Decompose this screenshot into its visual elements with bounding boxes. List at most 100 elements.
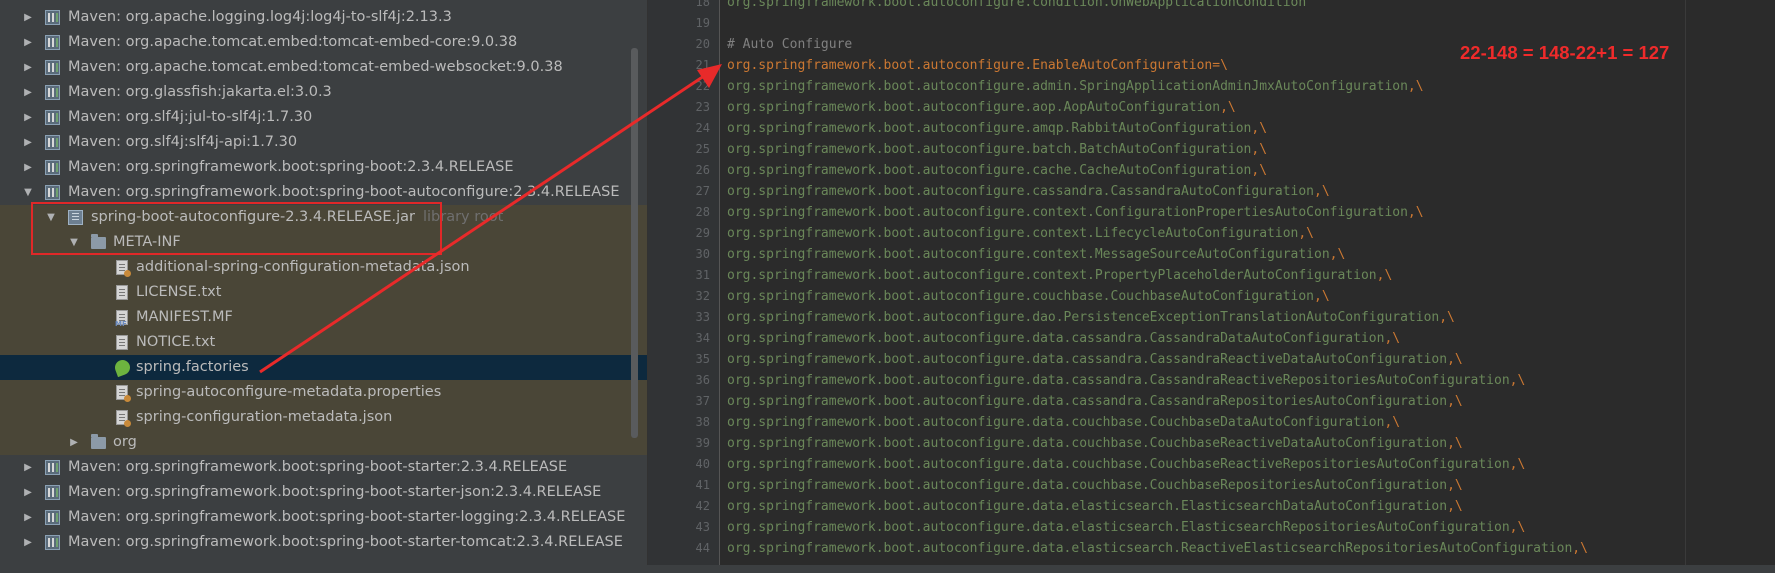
code-line[interactable]: org.springframework.boot.autoconfigure.c… [727, 181, 1330, 202]
tree-row-file[interactable]: LICENSE.txt [0, 280, 647, 305]
tree-row[interactable]: ▶ Maven: org.slf4j:jul-to-slf4j:1.7.30 [0, 105, 647, 130]
horizontal-scrollbar[interactable] [0, 565, 1775, 573]
expand-arrow-icon[interactable]: ▶ [20, 455, 36, 480]
code-line[interactable]: org.springframework.boot.autoconfigure.E… [727, 55, 1228, 76]
code-line[interactable]: org.springframework.boot.autoconfigure.d… [727, 475, 1463, 496]
code-value: org.springframework.boot.autoconfigure.d… [727, 394, 1448, 409]
tree-row-label: Maven: org.glassfish:jakarta.el:3.0.3 [68, 84, 332, 100]
code-line[interactable]: org.springframework.boot.autoconfigure.d… [727, 391, 1463, 412]
tree-row-file[interactable]: NOTICE.txt [0, 330, 647, 355]
code-line[interactable]: org.springframework.boot.autoconfigure.c… [727, 202, 1424, 223]
line-number: 42 [695, 499, 710, 513]
code-line[interactable]: # Auto Configure [727, 34, 852, 55]
tree-row-label: Maven: org.springframework.boot:spring-b… [68, 484, 602, 500]
tree-row-file[interactable]: additional-spring-configuration-metadata… [0, 255, 647, 280]
tree-row-label: Maven: org.slf4j:jul-to-slf4j:1.7.30 [68, 109, 313, 125]
code-line[interactable]: org.springframework.boot.autoconfigure.d… [727, 349, 1463, 370]
code-line[interactable]: org.springframework.boot.autoconfigure.d… [727, 370, 1525, 391]
tree-row[interactable]: ▶ Maven: org.glassfish:jakarta.el:3.0.3 [0, 80, 647, 105]
json-file-icon [116, 260, 131, 277]
line-number: 32 [695, 289, 710, 303]
expand-arrow-icon[interactable]: ▶ [66, 430, 82, 455]
code-value: org.springframework.boot.autoconfigure.c… [727, 268, 1377, 283]
line-number: 23 [695, 100, 710, 114]
code-continuation: ,\ [1329, 247, 1346, 262]
code-line[interactable]: org.springframework.boot.autoconfigure.a… [727, 97, 1236, 118]
code-line[interactable]: org.springframework.boot.autoconfigure.d… [727, 496, 1463, 517]
line-number: 22 [695, 79, 710, 93]
tree-row[interactable]: ▶ Maven: org.apache.tomcat.embed:tomcat-… [0, 55, 647, 80]
expand-arrow-icon[interactable]: ▶ [20, 155, 36, 180]
tree-row-file[interactable]: spring-autoconfigure-metadata.properties [0, 380, 647, 405]
code-continuation: ,\ [1447, 394, 1463, 409]
right-margin-guide [1685, 0, 1686, 573]
code-value: org.springframework.boot.autoconfigure.b… [727, 142, 1252, 157]
tree-row[interactable]: ▶ Maven: org.springframework.boot:spring… [0, 530, 647, 555]
code-continuation: ,\ [1439, 310, 1455, 325]
tree-row-label: Maven: org.springframework.boot:spring-b… [68, 459, 568, 475]
code-line[interactable]: org.springframework.boot.autoconfigure.c… [727, 265, 1392, 286]
folder-icon [91, 434, 106, 449]
line-number: 18 [695, 0, 710, 9]
expand-arrow-icon[interactable]: ▶ [20, 130, 36, 155]
tree-scrollbar[interactable] [631, 48, 638, 438]
code-line[interactable]: org.springframework.boot.autoconfigure.d… [727, 454, 1525, 475]
gutter-border [719, 0, 720, 573]
tree-row[interactable]: ▶ Maven: org.springframework.boot:spring… [0, 480, 647, 505]
code-value: org.springframework.boot.autoconfigure.d… [727, 352, 1448, 367]
code-line[interactable]: org.springframework.boot.autoconfigure.c… [727, 286, 1330, 307]
code-line[interactable]: org.springframework.boot.autoconfigure.c… [727, 0, 1306, 13]
library-icon [45, 485, 60, 500]
tree-row[interactable]: ▶ Maven: org.slf4j:slf4j-api:1.7.30 [0, 130, 647, 155]
library-icon [45, 85, 60, 100]
expand-arrow-icon[interactable]: ▶ [20, 80, 36, 105]
code-line[interactable]: org.springframework.boot.autoconfigure.b… [727, 139, 1267, 160]
code-line[interactable]: org.springframework.boot.autoconfigure.a… [727, 76, 1424, 97]
line-number: 24 [695, 121, 710, 135]
code-value: org.springframework.boot.autoconfigure.a… [727, 121, 1252, 136]
tree-row-file[interactable]: MANIFEST.MF [0, 305, 647, 330]
tree-row[interactable]: ▶ Maven: org.springframework.boot:spring… [0, 455, 647, 480]
expand-arrow-icon[interactable]: ▶ [20, 5, 36, 30]
expand-arrow-icon[interactable]: ▶ [20, 30, 36, 55]
code-value: org.springframework.boot.autoconfigure.d… [727, 478, 1448, 493]
code-line[interactable]: org.springframework.boot.autoconfigure.d… [727, 412, 1400, 433]
line-number: 39 [695, 436, 710, 450]
expand-arrow-icon[interactable]: ▶ [20, 480, 36, 505]
tree-row-org[interactable]: ▶ org [0, 430, 647, 455]
line-number: 27 [695, 184, 710, 198]
tree-row[interactable]: ▶ Maven: org.springframework.boot:spring… [0, 155, 647, 180]
expand-arrow-icon[interactable]: ▶ [20, 505, 36, 530]
code-line[interactable]: org.springframework.boot.autoconfigure.c… [727, 160, 1267, 181]
properties-file-icon [116, 385, 131, 402]
code-line[interactable]: org.springframework.boot.autoconfigure.d… [727, 517, 1525, 538]
code-continuation: ,\ [1314, 184, 1330, 199]
code-line[interactable]: org.springframework.boot.autoconfigure.d… [727, 433, 1463, 454]
code-value: org.springframework.boot.autoconfigure.d… [727, 457, 1510, 472]
line-number: 33 [695, 310, 710, 324]
code-line[interactable]: org.springframework.boot.autoconfigure.d… [727, 328, 1400, 349]
expand-arrow-icon[interactable]: ▶ [20, 55, 36, 80]
expand-arrow-icon[interactable]: ▶ [20, 105, 36, 130]
tree-row-spring-factories[interactable]: spring.factories [0, 355, 647, 380]
tree-row[interactable]: ▶ Maven: org.apache.tomcat.embed:tomcat-… [0, 30, 647, 55]
code-line[interactable]: org.springframework.boot.autoconfigure.d… [727, 538, 1588, 559]
tree-row-label: spring-autoconfigure-metadata.properties [136, 384, 442, 400]
code-line[interactable]: org.springframework.boot.autoconfigure.c… [727, 223, 1314, 244]
code-line[interactable]: org.springframework.boot.autoconfigure.a… [727, 118, 1267, 139]
code-value: org.springframework.boot.autoconfigure.a… [727, 79, 1408, 94]
code-value: org.springframework.boot.autoconfigure.d… [727, 520, 1510, 535]
code-continuation: ,\ [1447, 352, 1463, 367]
tree-row-label: spring.factories [136, 359, 249, 375]
json-file-icon [116, 410, 131, 427]
code-value: org.springframework.boot.autoconfigure.c… [727, 184, 1314, 199]
code-line[interactable]: org.springframework.boot.autoconfigure.d… [727, 307, 1455, 328]
code-continuation: ,\ [1251, 163, 1268, 178]
code-operator: =\ [1212, 58, 1228, 73]
tree-row[interactable]: ▶ Maven: org.springframework.boot:spring… [0, 505, 647, 530]
code-continuation: ,\ [1298, 226, 1315, 241]
code-line[interactable]: org.springframework.boot.autoconfigure.c… [727, 244, 1345, 265]
tree-row[interactable]: ▶ Maven: org.apache.logging.log4j:log4j-… [0, 5, 647, 30]
expand-arrow-icon[interactable]: ▶ [20, 530, 36, 555]
tree-row-file[interactable]: spring-configuration-metadata.json [0, 405, 647, 430]
